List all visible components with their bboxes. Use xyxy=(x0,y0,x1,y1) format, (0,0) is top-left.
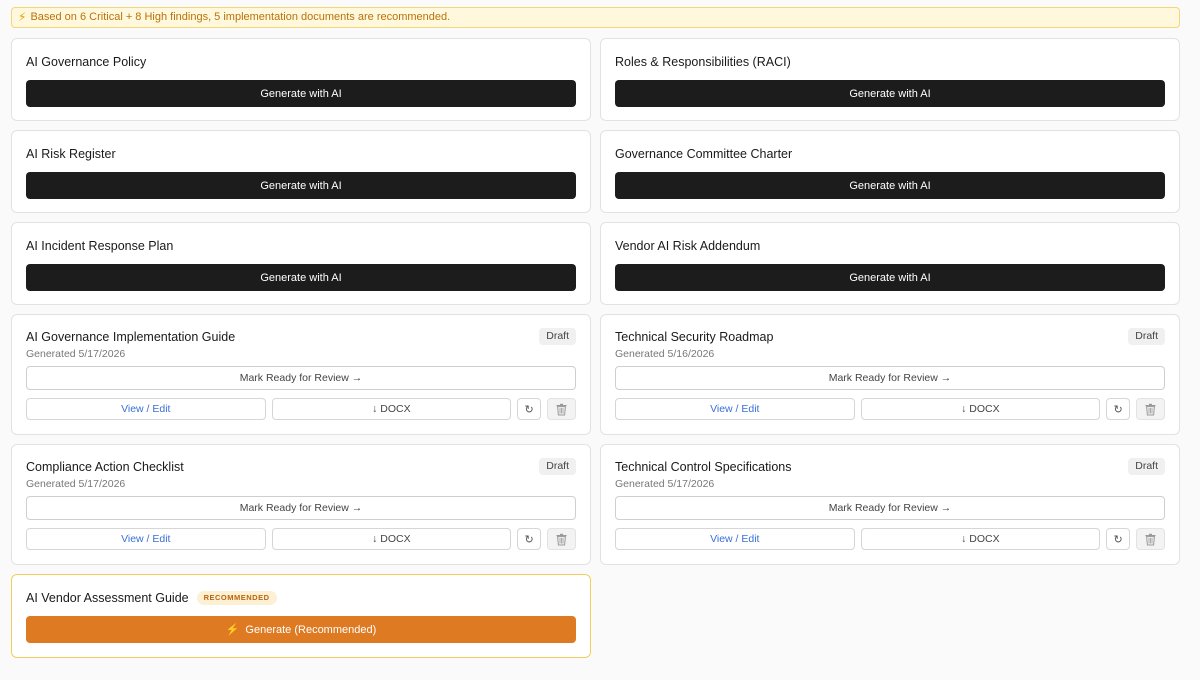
recommended-document-card: AI Vendor Assessment Guide RECOMMENDED ⚡ … xyxy=(11,574,591,658)
generate-recommended-button[interactable]: ⚡ Generate (Recommended) xyxy=(26,616,576,643)
mark-ready-button[interactable]: Mark Ready for Review → xyxy=(615,496,1165,520)
lightning-icon: ⚡ xyxy=(18,10,27,24)
cropped-header-text xyxy=(12,0,1180,2)
banner-text: Based on 6 Critical + 8 High findings, 5… xyxy=(30,11,451,23)
document-title: Technical Security Roadmap xyxy=(615,330,774,344)
document-grid: AI Governance Policy Generate with AI Ro… xyxy=(11,38,1180,658)
trash-icon xyxy=(556,533,567,545)
refresh-icon: ↻ xyxy=(524,533,534,546)
document-actions: View / Edit ↓ DOCX ↻ xyxy=(615,528,1165,550)
delete-button[interactable] xyxy=(547,398,576,420)
generated-document-card: Technical Control Specifications Draft G… xyxy=(600,444,1180,565)
generated-date: Generated 5/17/2026 xyxy=(615,478,715,490)
regenerate-button[interactable]: ↻ xyxy=(1106,398,1131,420)
generate-recommended-label: Generate (Recommended) xyxy=(245,623,377,636)
document-actions: View / Edit ↓ DOCX ↻ xyxy=(26,398,576,420)
generate-button[interactable]: Generate with AI xyxy=(26,264,576,291)
lightning-icon: ⚡ xyxy=(225,624,240,636)
generated-date: Generated 5/16/2026 xyxy=(615,348,715,360)
delete-button[interactable] xyxy=(1136,528,1165,550)
generated-document-card: AI Governance Implementation Guide Draft… xyxy=(11,314,591,435)
generate-button[interactable]: Generate with AI xyxy=(26,172,576,199)
delete-button[interactable] xyxy=(1136,398,1165,420)
regenerate-button[interactable]: ↻ xyxy=(517,528,542,550)
regenerate-button[interactable]: ↻ xyxy=(1106,528,1131,550)
document-actions: View / Edit ↓ DOCX ↻ xyxy=(615,398,1165,420)
mark-ready-button[interactable]: Mark Ready for Review → xyxy=(26,366,576,390)
document-title: Governance Committee Charter xyxy=(615,147,793,161)
document-card: AI Risk Register Generate with AI xyxy=(11,130,591,213)
regenerate-button[interactable]: ↻ xyxy=(517,398,542,420)
view-edit-button[interactable]: View / Edit xyxy=(615,528,855,550)
view-edit-button[interactable]: View / Edit xyxy=(26,398,266,420)
document-title: AI Vendor Assessment Guide RECOMMENDED xyxy=(26,591,277,605)
generated-document-card: Compliance Action Checklist Draft Genera… xyxy=(11,444,591,565)
mark-ready-button[interactable]: Mark Ready for Review → xyxy=(26,496,576,520)
download-docx-button[interactable]: ↓ DOCX xyxy=(860,398,1101,420)
document-card: AI Incident Response Plan Generate with … xyxy=(11,222,591,305)
document-title: AI Incident Response Plan xyxy=(26,239,174,253)
refresh-icon: ↻ xyxy=(1113,533,1123,546)
refresh-icon: ↻ xyxy=(1113,403,1123,416)
mark-ready-button[interactable]: Mark Ready for Review → xyxy=(615,366,1165,390)
generated-date: Generated 5/17/2026 xyxy=(26,348,126,360)
status-badge: Draft xyxy=(1128,458,1165,475)
trash-icon xyxy=(1145,403,1156,415)
generate-button[interactable]: Generate with AI xyxy=(615,264,1165,291)
document-title: Technical Control Specifications xyxy=(615,460,792,474)
view-edit-button[interactable]: View / Edit xyxy=(615,398,855,420)
document-actions: View / Edit ↓ DOCX ↻ xyxy=(26,528,576,550)
document-title: AI Risk Register xyxy=(26,147,116,161)
download-docx-button[interactable]: ↓ DOCX xyxy=(271,398,512,420)
trash-icon xyxy=(556,403,567,415)
trash-icon xyxy=(1145,533,1156,545)
delete-button[interactable] xyxy=(547,528,576,550)
status-badge: Draft xyxy=(539,458,576,475)
generated-document-card: Technical Security Roadmap Draft Generat… xyxy=(600,314,1180,435)
document-card: Vendor AI Risk Addendum Generate with AI xyxy=(600,222,1180,305)
document-title-text: AI Vendor Assessment Guide xyxy=(26,591,189,605)
document-title: AI Governance Policy xyxy=(26,55,147,69)
download-docx-button[interactable]: ↓ DOCX xyxy=(271,528,512,550)
document-card: Governance Committee Charter Generate wi… xyxy=(600,130,1180,213)
generate-button[interactable]: Generate with AI xyxy=(615,172,1165,199)
document-title: Vendor AI Risk Addendum xyxy=(615,239,761,253)
document-card: AI Governance Policy Generate with AI xyxy=(11,38,591,121)
document-title: AI Governance Implementation Guide xyxy=(26,330,236,344)
document-title: Compliance Action Checklist xyxy=(26,460,184,474)
generated-date: Generated 5/17/2026 xyxy=(26,478,126,490)
generate-button[interactable]: Generate with AI xyxy=(615,80,1165,107)
recommended-badge: RECOMMENDED xyxy=(196,591,277,605)
download-docx-button[interactable]: ↓ DOCX xyxy=(860,528,1101,550)
generate-button[interactable]: Generate with AI xyxy=(26,80,576,107)
refresh-icon: ↻ xyxy=(524,403,534,416)
view-edit-button[interactable]: View / Edit xyxy=(26,528,266,550)
document-card: Roles & Responsibilities (RACI) Generate… xyxy=(600,38,1180,121)
document-title: Roles & Responsibilities (RACI) xyxy=(615,55,791,69)
recommendation-banner: ⚡ Based on 6 Critical + 8 High findings,… xyxy=(11,7,1180,28)
status-badge: Draft xyxy=(1128,328,1165,345)
status-badge: Draft xyxy=(539,328,576,345)
